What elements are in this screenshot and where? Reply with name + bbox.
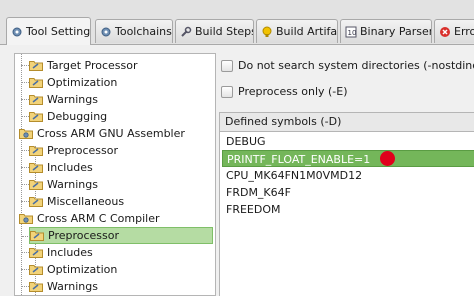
defined-symbols-list[interactable]: DEBUG PRINTF_FLOAT_ENABLE=1 CPU_MK64FN1M…: [219, 132, 474, 296]
tree-node-label: Optimization: [47, 263, 118, 276]
tree-node-label: Optimization: [47, 76, 118, 89]
tab-label: Binary Parsers: [360, 25, 432, 38]
settings-folder-icon: [30, 231, 44, 241]
tree-tool-node[interactable]: Cross ARM C Compiler: [19, 210, 211, 227]
error-icon: [440, 26, 450, 37]
tree-option-node[interactable]: Optimization: [21, 261, 211, 278]
wrench-icon: [181, 26, 192, 37]
symbol-item[interactable]: DEBUG: [222, 133, 474, 150]
tree-connector: [21, 201, 29, 202]
tree-connector: [21, 252, 29, 253]
tree-option-node[interactable]: Preprocessor: [21, 142, 211, 159]
tree-guide: [21, 54, 22, 295]
tree-option-node[interactable]: Target Processor: [21, 57, 211, 74]
tab-error[interactable]: Error: [434, 19, 474, 43]
tree-option-node[interactable]: Preprocessor: [22, 227, 213, 244]
tree-node-label: Cross ARM C Compiler: [37, 212, 160, 225]
tab-label: Build Artifact: [276, 25, 338, 38]
tab-label: Tool Settings: [26, 25, 91, 38]
settings-folder-icon: [29, 163, 43, 173]
preprocess-only-option[interactable]: Preprocess only (-E): [221, 85, 348, 98]
tree-node-label: Preprocessor: [47, 144, 119, 157]
svg-text:10: 10: [348, 29, 357, 37]
tree-option-node[interactable]: Debugging: [21, 108, 211, 125]
nostdinc-checkbox[interactable]: [221, 59, 233, 72]
binary-icon: 10: [345, 26, 357, 37]
tab-toolchains[interactable]: Toolchains: [95, 19, 173, 43]
settings-folder-icon: [29, 61, 43, 71]
preprocess-only-label: Preprocess only (-E): [238, 85, 348, 98]
tree-node-label: Cross ARM GNU Assembler: [37, 127, 185, 140]
tree-option-node[interactable]: Optimization: [21, 74, 211, 91]
settings-folder-icon: [29, 112, 43, 122]
tab-tool-settings[interactable]: Tool Settings: [6, 17, 91, 45]
tool-folder-icon: [19, 129, 33, 139]
tree-connector: [21, 65, 29, 66]
settings-folder-icon: [29, 180, 43, 190]
tree-connector: [21, 99, 29, 100]
tree-connector: [21, 116, 29, 117]
symbol-item-selected[interactable]: PRINTF_FLOAT_ENABLE=1: [222, 150, 474, 167]
tree-node-label: Miscellaneous: [47, 195, 125, 208]
settings-folder-icon: [29, 248, 43, 258]
symbol-item[interactable]: CPU_MK64FN1M0VMD12: [222, 167, 474, 184]
tree-option-node[interactable]: Warnings: [21, 278, 211, 295]
tab-label: Build Steps: [195, 25, 254, 38]
tree-node-label: Warnings: [47, 280, 98, 293]
settings-folder-icon: [29, 78, 43, 88]
tree-node-label: Includes: [47, 246, 93, 259]
tree-connector: [21, 269, 29, 270]
tree-connector: [21, 286, 29, 287]
tree-tool-node[interactable]: Cross ARM GNU Assembler: [19, 125, 211, 142]
preprocess-only-checkbox[interactable]: [221, 85, 233, 98]
defined-symbols-header: Defined symbols (-D): [219, 112, 474, 132]
settings-folder-icon: [29, 197, 43, 207]
tree-node-label: Warnings: [47, 178, 98, 191]
symbol-item[interactable]: FREEDOM: [222, 201, 474, 218]
tree-connector: [22, 236, 30, 237]
tab-build-steps[interactable]: Build Steps: [175, 19, 254, 43]
tree-connector: [21, 184, 29, 185]
tab-label: Error: [454, 25, 474, 38]
nostdinc-label: Do not search system directories (-nostd…: [238, 59, 474, 72]
tool-folder-icon: [19, 214, 33, 224]
tree-option-node[interactable]: Warnings: [21, 176, 211, 193]
tab-label: Toolchains: [115, 25, 172, 38]
gear-icon: [101, 27, 111, 36]
settings-folder-icon: [29, 95, 43, 105]
tab-binary-parsers[interactable]: 10 Binary Parsers: [340, 19, 432, 43]
tree-connector: [21, 167, 29, 168]
tab-build-artifact[interactable]: Build Artifact: [256, 19, 338, 43]
artifact-icon: [262, 26, 272, 37]
tree-node-label: Target Processor: [47, 59, 138, 72]
gear-icon: [12, 27, 22, 36]
tree-option-node[interactable]: Includes: [21, 159, 211, 176]
nostdinc-option[interactable]: Do not search system directories (-nostd…: [221, 59, 474, 72]
settings-folder-icon: [29, 146, 43, 156]
tree-node-label: Includes: [47, 161, 93, 174]
symbol-item[interactable]: FRDM_K64F: [222, 184, 474, 201]
tree-node-label: Warnings: [47, 93, 98, 106]
tree-connector: [21, 82, 29, 83]
tree-node-label: Preprocessor: [48, 229, 120, 242]
tree-connector: [21, 150, 29, 151]
settings-tree[interactable]: Target Processor Optimization Warnings Debu…: [14, 53, 216, 296]
settings-folder-icon: [29, 282, 43, 292]
tab-bar: Tool Settings Toolchains Build Steps Bui…: [0, 0, 474, 45]
tree-option-node[interactable]: Warnings: [21, 91, 211, 108]
red-marker-dot: [380, 151, 395, 166]
tree-option-node[interactable]: Includes: [21, 244, 211, 261]
settings-folder-icon: [29, 265, 43, 275]
tree-option-node[interactable]: Miscellaneous: [21, 193, 211, 210]
tree-node-label: Debugging: [47, 110, 108, 123]
